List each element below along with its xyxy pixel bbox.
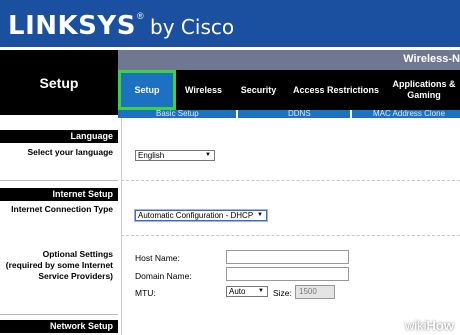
connection-type-value: Automatic Configuration - DHCP	[138, 211, 254, 220]
section-header-text: Internet Setup	[52, 189, 113, 199]
sub-tabs: Basic Setup DDNS MAC Address Clone	[118, 110, 460, 118]
optional-settings-note: Service Providers)	[38, 271, 113, 281]
main-tabs: Setup Wireless Security Access Restricti…	[118, 70, 460, 110]
logo-text: LINKSYS	[8, 11, 136, 41]
section-header-text: Network Setup	[49, 321, 113, 331]
dropdown-arrow-icon: ▼	[205, 152, 211, 158]
content-divider	[121, 235, 460, 236]
page-section-title: Setup	[0, 50, 118, 115]
connection-type-select[interactable]: Automatic Configuration - DHCP ▼	[135, 210, 267, 221]
tab-label: Security	[240, 84, 277, 95]
logo-subtext: by Cisco	[150, 15, 235, 39]
section-divider	[0, 180, 118, 181]
section-header-internet-setup: Internet Setup	[0, 188, 118, 201]
mtu-select-value: Auto	[229, 287, 246, 296]
settings-content: English ▼ Automatic Configuration - DHCP…	[118, 118, 460, 335]
section-header-language: Language	[0, 130, 118, 143]
mtu-size-value: 1500	[299, 287, 317, 296]
content-divider	[121, 180, 460, 181]
tab-applications-gaming[interactable]: Applications & Gaming	[388, 70, 460, 110]
mtu-select[interactable]: Auto ▼	[226, 286, 268, 297]
subtab-mac-address-clone[interactable]: MAC Address Clone	[373, 110, 445, 118]
mtu-size-label: Size:	[273, 288, 292, 298]
product-name: Wireless-N	[403, 53, 460, 65]
section-header-network-setup: Network Setup	[0, 320, 118, 333]
subtab-divider	[236, 110, 238, 118]
content-border	[121, 118, 122, 335]
tab-security[interactable]: Security	[231, 70, 286, 110]
optional-settings-label: Optional Settings	[42, 249, 113, 259]
watermark-prefix: wiki	[404, 318, 427, 333]
language-select[interactable]: English ▼	[135, 150, 215, 161]
watermark-suffix: How	[426, 318, 454, 333]
tab-label: Applications & Gaming	[392, 79, 456, 100]
tab-setup[interactable]: Setup	[118, 70, 176, 110]
tab-wireless[interactable]: Wireless	[176, 70, 231, 110]
optional-settings-note: (required by some Internet	[5, 260, 113, 270]
logo-registered-mark: ®	[136, 11, 144, 21]
label-column: Language Select your language Internet S…	[0, 118, 118, 335]
domain-name-input[interactable]	[226, 267, 349, 281]
tab-label: Wireless	[185, 84, 222, 95]
connection-type-label: Internet Connection Type	[11, 204, 113, 214]
language-label: Select your language	[27, 147, 114, 157]
section-divider	[0, 314, 118, 315]
mtu-label: MTU:	[135, 288, 156, 298]
section-header-text: Language	[70, 131, 113, 141]
tab-label: Setup	[134, 84, 160, 95]
domain-name-label: Domain Name:	[135, 271, 192, 281]
tab-label: Access Restrictions	[292, 84, 380, 95]
host-name-input[interactable]	[226, 250, 349, 264]
tab-access-restrictions[interactable]: Access Restrictions	[286, 70, 386, 110]
wikihow-watermark: wikiHow	[405, 318, 454, 333]
dropdown-arrow-icon: ▼	[258, 288, 264, 294]
subtab-ddns[interactable]: DDNS	[288, 110, 311, 118]
subtab-divider	[350, 110, 352, 118]
dropdown-arrow-icon: ▼	[257, 212, 263, 218]
subtab-basic-setup[interactable]: Basic Setup	[156, 110, 199, 118]
section-title-text: Setup	[39, 75, 79, 91]
linksys-logo: LINKSYS® by Cisco	[8, 11, 234, 41]
brand-bar: LINKSYS® by Cisco	[0, 0, 460, 47]
language-select-value: English	[138, 151, 165, 160]
mtu-size-input[interactable]: 1500	[295, 285, 335, 299]
product-bar: Wireless-N	[118, 50, 460, 70]
host-name-label: Host Name:	[135, 253, 180, 263]
